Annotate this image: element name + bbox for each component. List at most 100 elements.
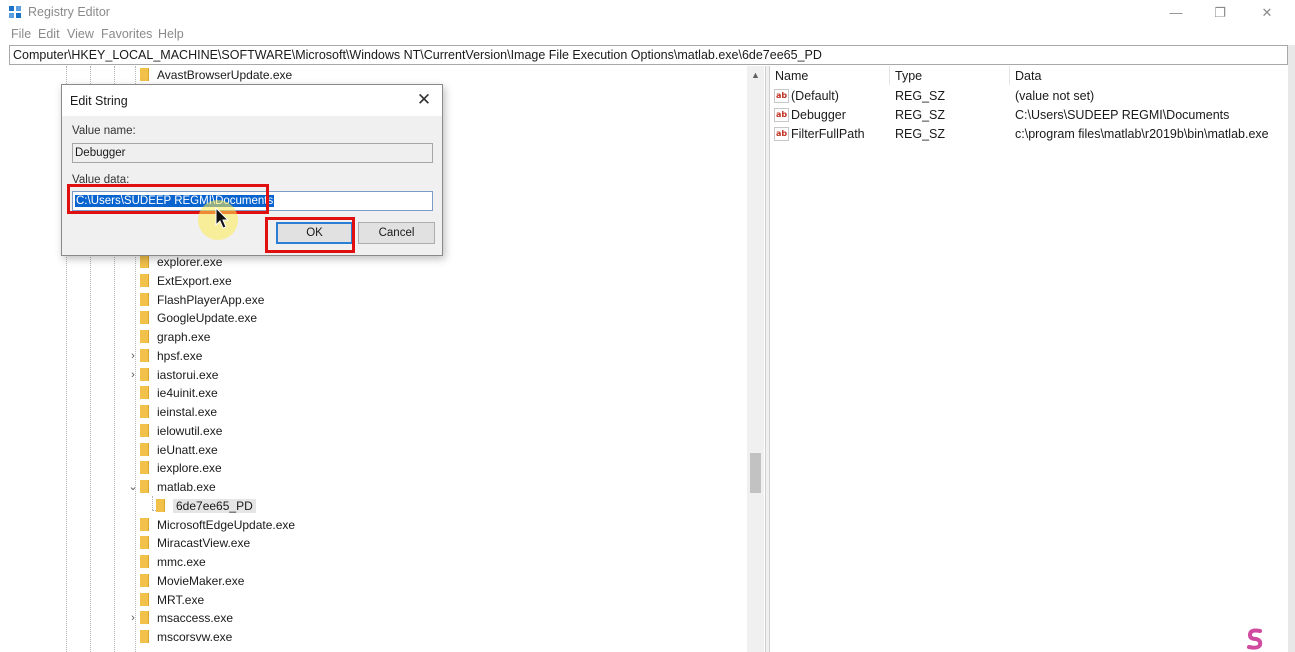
- tree-item[interactable]: iexplore.exe: [140, 459, 222, 478]
- menu-bar: File Edit View Favorites Help: [0, 25, 1295, 44]
- value-type: REG_SZ: [895, 89, 946, 103]
- tree-item[interactable]: MicrosoftEdgeUpdate.exe: [140, 516, 295, 535]
- collapse-chevron-icon[interactable]: ⌄: [127, 478, 139, 497]
- dialog-titlebar: Edit String ✕: [62, 85, 442, 116]
- folder-icon: [140, 68, 149, 82]
- tree-item[interactable]: GoogleUpdate.exe: [140, 309, 257, 328]
- window-right-edge: [1288, 45, 1295, 652]
- tree-item-label: ExtExport.exe: [157, 274, 232, 288]
- folder-icon: [140, 461, 149, 475]
- column-header-name[interactable]: Name: [775, 69, 808, 83]
- folder-icon: [140, 311, 149, 325]
- value-name-field: Debugger: [72, 143, 433, 163]
- window-titlebar: Registry Editor — ❐ ✕: [0, 0, 1295, 25]
- tree-item-label: matlab.exe: [157, 480, 216, 494]
- tree-item[interactable]: graph.exe: [140, 328, 210, 347]
- value-name: FilterFullPath: [791, 127, 865, 141]
- value-type: REG_SZ: [895, 127, 946, 141]
- folder-icon: [140, 480, 149, 494]
- tree-item[interactable]: › msaccess.exe: [131, 609, 233, 628]
- menu-view[interactable]: View: [67, 27, 94, 41]
- folder-icon: [156, 499, 165, 513]
- tree-item-label: ieinstal.exe: [157, 405, 218, 419]
- folder-icon: [140, 330, 149, 344]
- folder-icon: [140, 424, 149, 438]
- tree-item[interactable]: FlashPlayerApp.exe: [140, 291, 264, 310]
- tree-item[interactable]: mscorsvw.exe: [140, 628, 232, 647]
- value-row[interactable]: ab Debugger REG_SZ C:\Users\SUDEEP REGMI…: [770, 106, 1288, 125]
- values-list[interactable]: Name Type Data ab (Default) REG_SZ (valu…: [770, 66, 1288, 652]
- cancel-button[interactable]: Cancel: [358, 222, 435, 244]
- tree-item[interactable]: ExtExport.exe: [140, 272, 232, 291]
- string-value-icon: ab: [774, 108, 789, 122]
- value-data: C:\Users\SUDEEP REGMI\Documents: [1015, 108, 1230, 122]
- folder-icon: [140, 405, 149, 419]
- tree-item[interactable]: › hpsf.exe: [131, 347, 203, 366]
- tree-item[interactable]: MiracastView.exe: [140, 534, 250, 553]
- value-name: (Default): [791, 89, 839, 103]
- menu-edit[interactable]: Edit: [38, 27, 60, 41]
- mouse-cursor-icon: [215, 207, 230, 229]
- tree-item-label: ielowutil.exe: [157, 424, 223, 438]
- annotation-box-ok: [265, 217, 355, 253]
- tree-item-label: mmc.exe: [157, 555, 206, 569]
- tree-scrollbar[interactable]: ▲: [747, 66, 764, 652]
- restore-button[interactable]: ❐: [1197, 0, 1243, 25]
- value-row[interactable]: ab (Default) REG_SZ (value not set): [770, 87, 1288, 106]
- folder-icon: [140, 293, 149, 307]
- folder-icon: [140, 555, 149, 569]
- value-name-text: Debugger: [75, 147, 126, 159]
- menu-file[interactable]: File: [11, 27, 31, 41]
- tree-item-label: ie4uinit.exe: [157, 386, 218, 400]
- folder-icon: [140, 518, 149, 532]
- folder-icon: [140, 611, 149, 625]
- tree-item[interactable]: › iastorui.exe: [131, 366, 218, 385]
- tree-item-label: MRT.exe: [157, 593, 205, 607]
- tree-item-avastbrowserupdate[interactable]: AvastBrowserUpdate.exe: [140, 66, 292, 85]
- tree-item[interactable]: ieUnatt.exe: [140, 441, 218, 460]
- channel-logo-icon: [1247, 628, 1263, 650]
- value-data: c:\program files\matlab\r2019b\bin\matla…: [1015, 127, 1269, 141]
- tree-item-label: hpsf.exe: [157, 349, 203, 363]
- tree-item[interactable]: ⌄ matlab.exe: [128, 478, 216, 497]
- tree-item[interactable]: ielowutil.exe: [140, 422, 222, 441]
- annotation-box-value-data: [67, 184, 269, 214]
- tree-item-label: mscorsvw.exe: [157, 630, 233, 644]
- tree-item-label: MovieMaker.exe: [157, 574, 245, 588]
- value-type: REG_SZ: [895, 108, 946, 122]
- value-name-label: Value name:: [72, 125, 136, 137]
- tree-item-label: MiracastView.exe: [157, 536, 251, 550]
- column-header-type[interactable]: Type: [895, 69, 922, 83]
- tree-item[interactable]: ieinstal.exe: [140, 403, 217, 422]
- folder-icon: [140, 368, 149, 382]
- scroll-up-icon[interactable]: ▲: [747, 68, 764, 82]
- tree-item-label: graph.exe: [157, 330, 211, 344]
- tree-item-label: MicrosoftEdgeUpdate.exe: [157, 518, 296, 532]
- folder-icon: [140, 274, 149, 288]
- tree-item-label: AvastBrowserUpdate.exe: [157, 68, 293, 82]
- address-bar[interactable]: Computer\HKEY_LOCAL_MACHINE\SOFTWARE\Mic…: [9, 45, 1288, 65]
- expand-chevron-icon[interactable]: ›: [127, 609, 139, 628]
- close-window-button[interactable]: ✕: [1244, 0, 1290, 25]
- menu-favorites[interactable]: Favorites: [101, 27, 152, 41]
- menu-help[interactable]: Help: [158, 27, 184, 41]
- expand-chevron-icon[interactable]: ›: [127, 366, 139, 385]
- folder-icon: [140, 593, 149, 607]
- tree-item-label: ieUnatt.exe: [157, 443, 218, 457]
- folder-icon: [140, 386, 149, 400]
- value-row[interactable]: ab FilterFullPath REG_SZ c:\program file…: [770, 125, 1288, 144]
- column-header-data[interactable]: Data: [1015, 69, 1041, 83]
- scroll-thumb[interactable]: [750, 453, 761, 493]
- expand-chevron-icon[interactable]: ›: [127, 347, 139, 366]
- minimize-button[interactable]: —: [1153, 0, 1199, 25]
- tree-item[interactable]: mmc.exe: [140, 553, 206, 572]
- tree-item[interactable]: ie4uinit.exe: [140, 384, 218, 403]
- tree-item-selected-key[interactable]: 6de7ee65_PD: [156, 497, 256, 516]
- tree-item[interactable]: MRT.exe: [140, 591, 204, 610]
- dialog-close-icon[interactable]: ✕: [412, 89, 436, 111]
- window-title: Registry Editor: [28, 5, 110, 19]
- value-data: (value not set): [1015, 89, 1095, 103]
- tree-item-label: FlashPlayerApp.exe: [157, 293, 265, 307]
- tree-item[interactable]: MovieMaker.exe: [140, 572, 244, 591]
- tree-item-label: GoogleUpdate.exe: [157, 311, 258, 325]
